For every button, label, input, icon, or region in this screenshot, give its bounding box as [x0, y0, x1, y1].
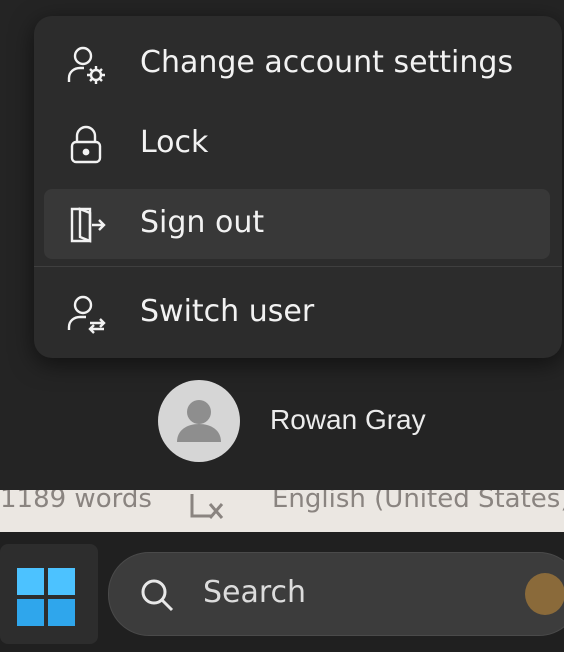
menu-item-lock[interactable]: Lock: [44, 109, 550, 179]
taskbar-search-box[interactable]: Search: [108, 552, 564, 636]
taskbar: Search: [0, 532, 564, 652]
start-button[interactable]: [0, 544, 98, 644]
windows-logo-icon: [17, 568, 75, 630]
avatar[interactable]: [158, 380, 240, 462]
account-context-menu: Change account settings Lock Sign out Sw…: [34, 16, 562, 358]
user-name[interactable]: Rowan Gray: [270, 404, 426, 436]
search-highlight-icon[interactable]: [525, 573, 564, 615]
menu-item-switch-user[interactable]: Switch user: [44, 278, 550, 348]
document-status-bar: 1189 words English (United States): [0, 490, 564, 532]
menu-label-change-account-settings: Change account settings: [140, 45, 514, 80]
lock-icon: [66, 125, 106, 165]
menu-item-sign-out[interactable]: Sign out: [44, 189, 550, 259]
sign-out-icon: [66, 205, 106, 245]
word-count: 1189 words: [0, 490, 152, 514]
text-predictions-icon[interactable]: [188, 490, 228, 531]
menu-label-sign-out: Sign out: [140, 205, 265, 240]
menu-label-lock: Lock: [140, 125, 209, 160]
menu-divider: [34, 266, 562, 267]
language-indicator[interactable]: English (United States): [272, 490, 564, 514]
menu-label-switch-user: Switch user: [140, 294, 315, 329]
menu-item-change-account-settings[interactable]: Change account settings: [44, 29, 550, 99]
search-icon: [137, 575, 177, 615]
search-label: Search: [203, 575, 307, 610]
switch-user-icon: [66, 294, 106, 334]
account-settings-icon: [66, 45, 106, 85]
